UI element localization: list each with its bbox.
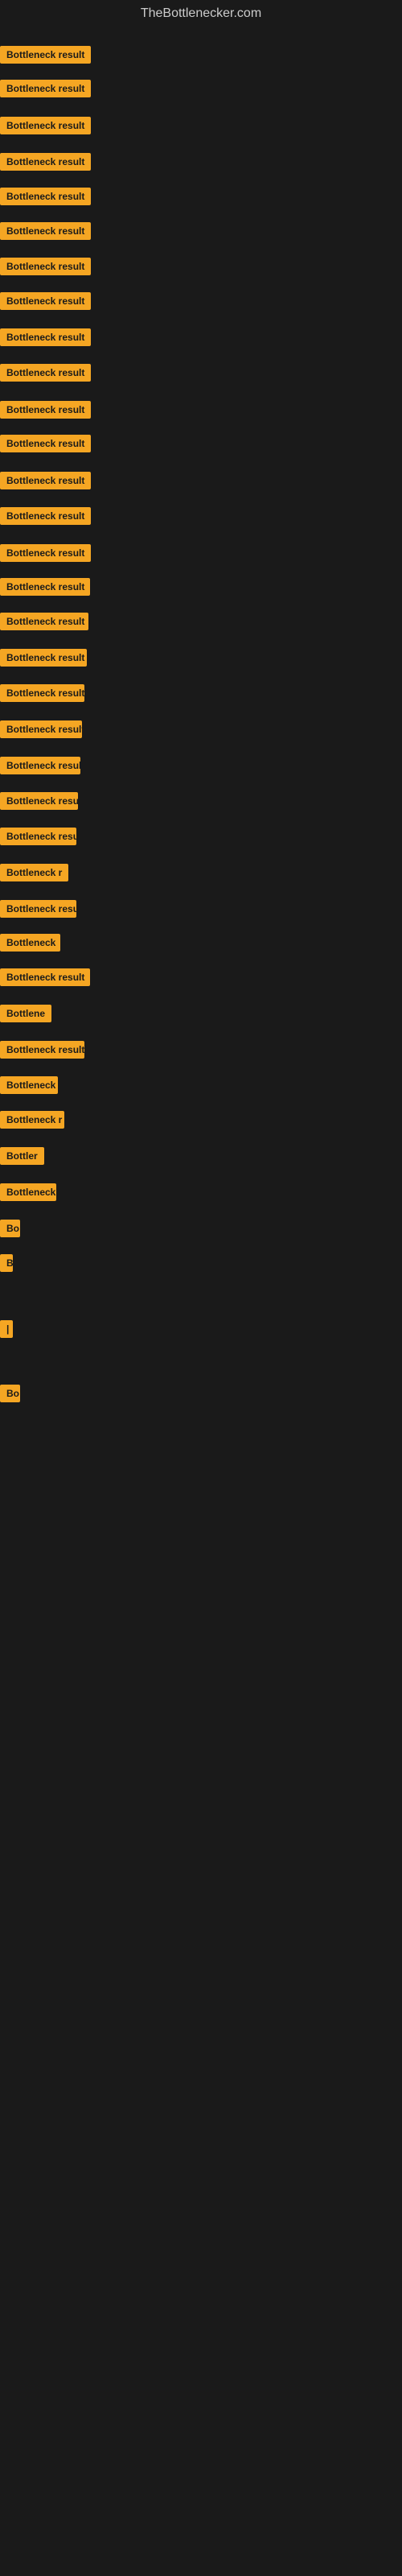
bottleneck-badge: Bottleneck result — [0, 649, 87, 667]
bottleneck-item: Bottleneck result — [0, 328, 91, 350]
bottleneck-item: Bottleneck result — [0, 507, 91, 529]
bottleneck-badge: B — [0, 1254, 13, 1272]
bottleneck-badge: Bottleneck result — [0, 792, 78, 810]
bottleneck-badge: Bottleneck result — [0, 578, 90, 596]
bottleneck-badge: Bottleneck result — [0, 720, 82, 738]
bottleneck-badge: Bottleneck result — [0, 222, 91, 240]
bottleneck-item: Bottleneck result — [0, 720, 82, 742]
bottleneck-item: Bottler — [0, 1147, 44, 1169]
bottleneck-badge: | — [0, 1320, 13, 1338]
bottleneck-item: Bottleneck — [0, 934, 60, 956]
bottleneck-item: Bottleneck result — [0, 828, 76, 849]
bottleneck-badge: Bottleneck — [0, 934, 60, 952]
bottleneck-badge: Bottleneck result — [0, 153, 91, 171]
bottleneck-badge: Bottleneck result — [0, 1041, 84, 1059]
bottleneck-badge: Bottleneck — [0, 1183, 56, 1201]
bottleneck-badge: Bottleneck result — [0, 292, 91, 310]
bottleneck-item: Bottleneck result — [0, 613, 88, 634]
bottleneck-item: Bottleneck result — [0, 435, 91, 456]
bottleneck-badge: Bottleneck result — [0, 188, 91, 205]
bottleneck-badge: Bo — [0, 1385, 20, 1402]
bottleneck-badge: Bottlene — [0, 1005, 51, 1022]
bottleneck-badge: Bottleneck result — [0, 46, 91, 64]
bottleneck-badge: Bottleneck result — [0, 968, 90, 986]
bottleneck-item: Bottleneck result — [0, 117, 91, 138]
bottleneck-item: Bottleneck result — [0, 258, 91, 279]
bottleneck-item: Bottleneck result — [0, 80, 91, 101]
bottleneck-badge: Bottleneck result — [0, 401, 91, 419]
bottleneck-badge: Bottleneck result — [0, 544, 91, 562]
bottleneck-badge: Bottleneck result — [0, 507, 91, 525]
bottleneck-item: | — [0, 1320, 13, 1342]
bottleneck-item: Bottleneck result — [0, 792, 78, 814]
bottleneck-badge: Bottleneck result — [0, 684, 84, 702]
bottleneck-item: Bottleneck result — [0, 757, 80, 778]
bottleneck-item: Bottleneck result — [0, 153, 91, 175]
bottleneck-item: Bottleneck result — [0, 472, 91, 493]
bottleneck-item: Bottleneck result — [0, 188, 91, 209]
bottleneck-badge: Bottleneck result — [0, 258, 91, 275]
bottleneck-item: Bottleneck r — [0, 864, 68, 886]
bottleneck-item: Bottleneck result — [0, 1041, 84, 1063]
bottleneck-item: Bottleneck result — [0, 684, 84, 706]
bottleneck-badge: Bottleneck result — [0, 435, 91, 452]
bottleneck-badge: Bottleneck r — [0, 1111, 64, 1129]
bottleneck-item: Bottleneck result — [0, 649, 87, 671]
bottleneck-item: Bottleneck result — [0, 544, 91, 566]
bottleneck-badge: Bottleneck result — [0, 328, 91, 346]
bottleneck-item: Bottleneck — [0, 1076, 58, 1098]
bottleneck-item: Bottleneck result — [0, 401, 91, 423]
bottleneck-badge: Bottleneck result — [0, 80, 91, 97]
bottleneck-badge: Bottleneck — [0, 1076, 58, 1094]
bottleneck-item: Bottleneck result — [0, 364, 91, 386]
bottleneck-badge: Bottleneck result — [0, 364, 91, 382]
bottleneck-item: Bottlene — [0, 1005, 51, 1026]
bottleneck-item: Bottleneck — [0, 1183, 56, 1205]
bottleneck-item: Bottleneck resu — [0, 900, 76, 922]
bottleneck-badge: Bottleneck result — [0, 613, 88, 630]
bottleneck-badge: Bo — [0, 1220, 20, 1237]
bottleneck-item: Bottleneck r — [0, 1111, 64, 1133]
site-title: TheBottlenecker.com — [0, 0, 402, 27]
bottleneck-badge: Bottleneck result — [0, 757, 80, 774]
bottleneck-item: Bottleneck result — [0, 968, 90, 990]
bottleneck-item: Bottleneck result — [0, 578, 90, 600]
bottleneck-item: Bo — [0, 1385, 20, 1406]
bottleneck-item: Bottleneck result — [0, 46, 91, 68]
bottleneck-badge: Bottler — [0, 1147, 44, 1165]
bottleneck-badge: Bottleneck resu — [0, 900, 76, 918]
bottleneck-item: Bottleneck result — [0, 292, 91, 314]
bottleneck-badge: Bottleneck result — [0, 472, 91, 489]
bottleneck-item: Bo — [0, 1220, 20, 1241]
bottleneck-badge: Bottleneck result — [0, 828, 76, 845]
bottleneck-item: B — [0, 1254, 13, 1276]
bottleneck-badge: Bottleneck result — [0, 117, 91, 134]
bottleneck-badge: Bottleneck r — [0, 864, 68, 881]
bottleneck-item: Bottleneck result — [0, 222, 91, 244]
